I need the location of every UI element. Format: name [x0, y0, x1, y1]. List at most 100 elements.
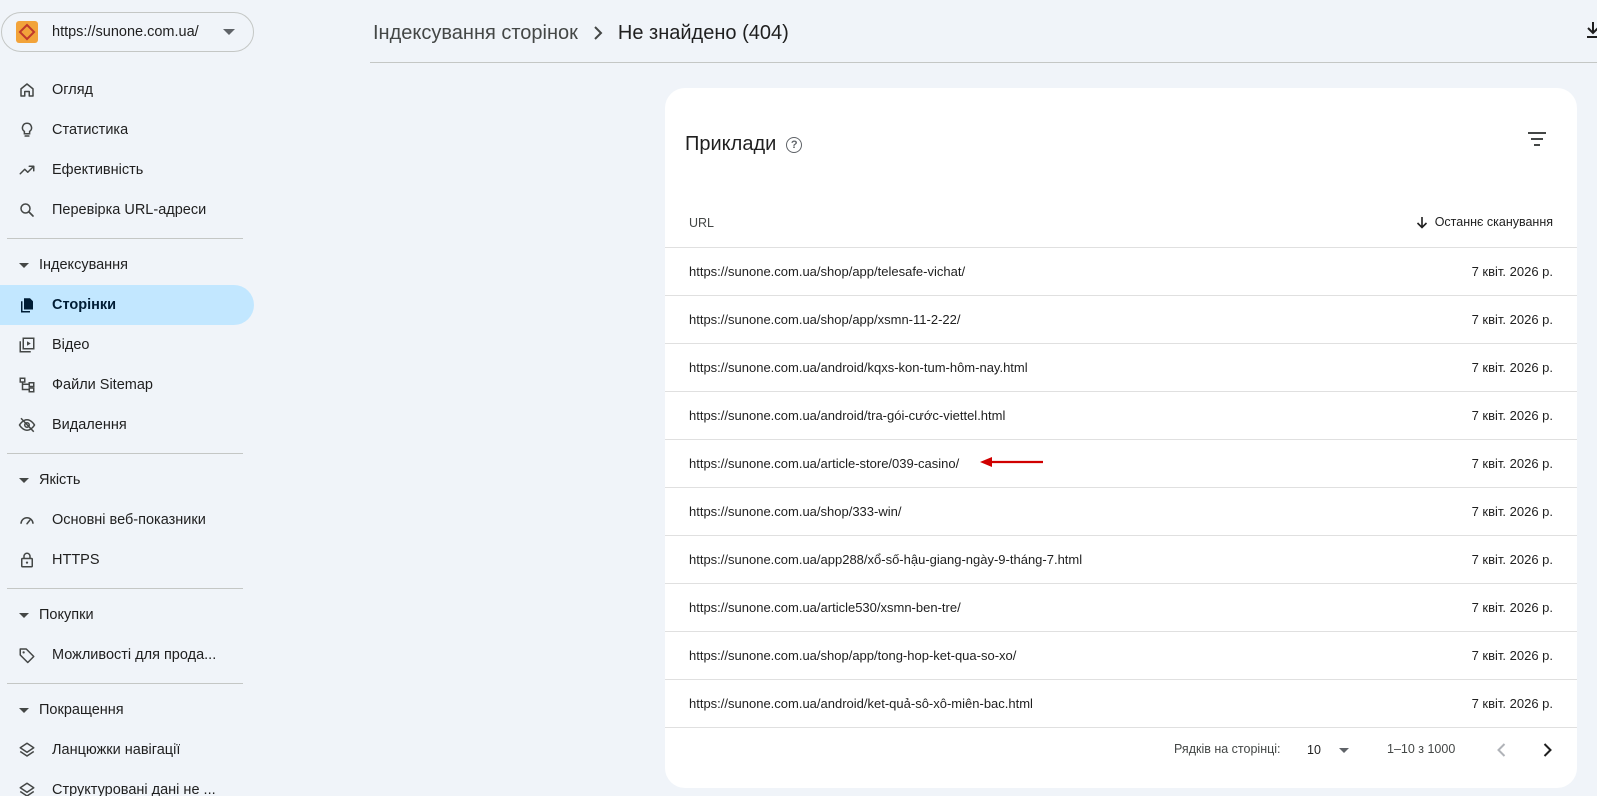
breadcrumb: Індексування сторінок Не знайдено (404)	[373, 18, 789, 48]
sort-arrow-down-icon	[1416, 216, 1427, 229]
sidebar-section-quality[interactable]: Якість	[0, 464, 254, 496]
sidebar-item-removals[interactable]: Видалення	[0, 405, 254, 445]
table-row[interactable]: https://sunone.com.ua/shop/app/tong-hop-…	[665, 632, 1577, 680]
row-date: 7 квіт. 2026 р.	[1471, 648, 1553, 663]
sidebar-item-unparsable-structured-data[interactable]: Структуровані дані не ...	[0, 770, 254, 796]
chevron-down-icon	[1338, 747, 1349, 753]
next-page-button[interactable]	[1535, 738, 1559, 762]
row-date: 7 квіт. 2026 р.	[1471, 696, 1553, 711]
sidebar-item-https[interactable]: HTTPS	[0, 540, 254, 580]
home-icon	[18, 81, 36, 99]
speed-icon	[18, 511, 36, 529]
row-url: https://sunone.com.ua/app288/xổ-số-hậu-g…	[689, 552, 1083, 567]
rows-per-page-value: 10	[1307, 743, 1321, 757]
row-url: https://sunone.com.ua/android/tra-gói-cư…	[689, 408, 1006, 423]
sidebar-section-enhancements[interactable]: Покращення	[0, 694, 254, 726]
row-date: 7 квіт. 2026 р.	[1471, 408, 1553, 423]
row-date: 7 квіт. 2026 р.	[1471, 504, 1553, 519]
sidebar-item-label: Ефективність	[52, 162, 144, 178]
table-row[interactable]: https://sunone.com.ua/app288/xổ-số-hậu-g…	[665, 536, 1577, 584]
row-url: https://sunone.com.ua/article-store/039-…	[689, 456, 960, 471]
tag-icon	[18, 646, 36, 664]
table-row[interactable]: https://sunone.com.ua/shop/app/xsmn-11-2…	[665, 296, 1577, 344]
property-selector[interactable]: https://sunone.com.ua/	[1, 12, 254, 52]
help-icon[interactable]: ?	[786, 136, 803, 153]
download-icon[interactable]	[1586, 20, 1597, 40]
card-title: Приклади	[685, 133, 777, 155]
table-row[interactable]: https://sunone.com.ua/shop/333-win/ 7 кв…	[665, 488, 1577, 536]
card-header: Приклади ?	[685, 133, 803, 156]
sidebar-item-label: Перевірка URL-адреси	[52, 202, 207, 218]
pages-icon	[18, 296, 36, 314]
previous-page-button[interactable]	[1490, 738, 1514, 762]
pagination: Рядків на сторінці: 10 1–10 з 1000	[665, 728, 1577, 772]
rows-per-page-select[interactable]: 10	[1307, 736, 1355, 764]
sidebar-section-shopping[interactable]: Покупки	[0, 599, 254, 631]
red-annotation-arrow-icon	[980, 457, 1043, 467]
sidebar-section-title: Покращення	[39, 702, 124, 718]
sidebar-item-label: Ланцюжки навігації	[52, 742, 181, 758]
collapse-triangle-icon	[19, 477, 29, 483]
sidebar: https://sunone.com.ua/ Огляд Статистика …	[0, 0, 256, 796]
sidebar-item-label: Сторінки	[52, 297, 117, 313]
layers-icon	[18, 781, 36, 796]
sidebar-section-indexing[interactable]: Індексування	[0, 249, 254, 281]
row-date: 7 квіт. 2026 р.	[1471, 312, 1553, 327]
chevron-down-icon	[223, 29, 235, 35]
table-row[interactable]: https://sunone.com.ua/android/ket-quả-sô…	[665, 680, 1577, 728]
chevron-left-icon	[1497, 743, 1506, 757]
collapse-triangle-icon	[19, 707, 29, 713]
sidebar-item-label: HTTPS	[52, 552, 100, 568]
sidebar-divider	[7, 453, 243, 454]
row-date: 7 квіт. 2026 р.	[1471, 264, 1553, 279]
chevron-right-icon	[593, 26, 603, 40]
table-row[interactable]: https://sunone.com.ua/android/tra-gói-cư…	[665, 392, 1577, 440]
lightbulb-icon	[18, 121, 36, 139]
column-header-last-crawled[interactable]: Останнє сканування	[1416, 215, 1553, 229]
sitemap-icon	[18, 376, 36, 394]
breadcrumb-parent-link[interactable]: Індексування сторінок	[373, 22, 578, 45]
sidebar-item-label: Статистика	[52, 122, 129, 138]
sidebar-item-label: Огляд	[52, 82, 94, 98]
sidebar-item-sitemaps[interactable]: Файли Sitemap	[0, 365, 254, 405]
property-url: https://sunone.com.ua/	[52, 24, 199, 40]
sidebar-item-overview[interactable]: Огляд	[0, 70, 254, 110]
sidebar-divider	[7, 588, 243, 589]
sidebar-item-pages[interactable]: Сторінки	[0, 285, 254, 325]
table-row[interactable]: https://sunone.com.ua/article-store/039-…	[665, 440, 1577, 488]
table-header: URL Останнє сканування	[665, 200, 1577, 248]
sidebar-section-title: Індексування	[39, 257, 129, 273]
column-header-label: Останнє сканування	[1434, 215, 1553, 229]
layers-icon	[18, 741, 36, 759]
filter-icon[interactable]	[1525, 132, 1549, 152]
table-row[interactable]: https://sunone.com.ua/shop/app/telesafe-…	[665, 248, 1577, 296]
sidebar-item-merchant-listings[interactable]: Можливості для прода...	[0, 635, 254, 675]
lock-icon	[18, 551, 36, 569]
row-date: 7 квіт. 2026 р.	[1471, 360, 1553, 375]
sidebar-section-title: Покупки	[39, 607, 94, 623]
collapse-triangle-icon	[19, 612, 29, 618]
rows-per-page-label: Рядків на сторінці:	[1174, 742, 1281, 756]
sidebar-item-label: Видалення	[52, 417, 127, 433]
row-date: 7 квіт. 2026 р.	[1471, 456, 1553, 471]
sidebar-item-performance[interactable]: Ефективність	[0, 150, 254, 190]
row-url: https://sunone.com.ua/android/ket-quả-sô…	[689, 696, 1033, 711]
row-url: https://sunone.com.ua/android/kqxs-kon-t…	[689, 360, 1028, 375]
collapse-triangle-icon	[19, 262, 29, 268]
sidebar-item-label: Структуровані дані не ...	[52, 782, 216, 796]
row-date: 7 квіт. 2026 р.	[1471, 600, 1553, 615]
column-header-url[interactable]: URL	[689, 216, 714, 230]
sidebar-item-label: Відео	[52, 337, 90, 353]
sidebar-item-videos[interactable]: Відео	[0, 325, 254, 365]
table-row[interactable]: https://sunone.com.ua/android/kqxs-kon-t…	[665, 344, 1577, 392]
trending-up-icon	[18, 161, 36, 179]
sidebar-section-title: Якість	[39, 472, 81, 488]
sidebar-item-insights[interactable]: Статистика	[0, 110, 254, 150]
row-url: https://sunone.com.ua/shop/app/telesafe-…	[689, 264, 966, 279]
sidebar-item-breadcrumbs[interactable]: Ланцюжки навігації	[0, 730, 254, 770]
sidebar-item-core-web-vitals[interactable]: Основні веб-показники	[0, 500, 254, 540]
table-row[interactable]: https://sunone.com.ua/article530/xsmn-be…	[665, 584, 1577, 632]
page-title: Не знайдено (404)	[617, 21, 789, 44]
sidebar-item-url-inspection[interactable]: Перевірка URL-адреси	[0, 190, 254, 230]
sidebar-item-label: Можливості для прода...	[52, 647, 217, 663]
